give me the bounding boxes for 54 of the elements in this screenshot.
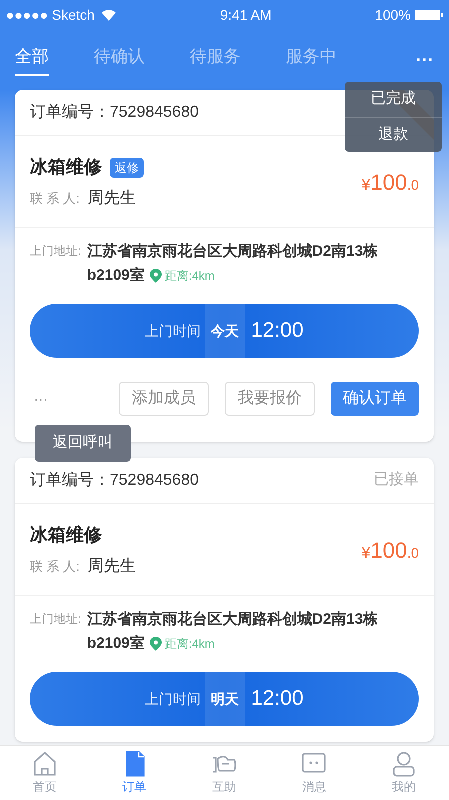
visit-time-label: 上门时间 [145, 322, 202, 340]
address-label: 上门地址: [30, 611, 82, 628]
confirm-order-button[interactable]: 确认订单 [331, 382, 419, 416]
contact-label: 联 系 人: [30, 190, 80, 208]
contact-name: 周先生 [88, 556, 136, 577]
address-label: 上门地址: [30, 243, 82, 260]
nav-tab[interactable]: 消息 [269, 746, 360, 800]
wifi-icon [100, 9, 117, 21]
price-amount: 100 [370, 169, 408, 197]
currency-symbol: ¥ [362, 544, 371, 564]
filter-tab[interactable]: 待服务 [190, 44, 241, 76]
order-number-label: 订单编号：7529845680 [30, 102, 199, 122]
location-pin-icon [150, 637, 162, 651]
filter-tab[interactable]: 服务中 [286, 44, 337, 76]
price-decimal: .0 [407, 544, 419, 563]
nav-tab[interactable]: 我的 [359, 746, 449, 800]
address-line: b2109室 [87, 634, 145, 654]
nav-tab[interactable]: 互助 [180, 746, 270, 800]
visit-time: 12:00 [250, 686, 304, 712]
filter-tab[interactable]: 全部 [15, 44, 49, 76]
order-status: 已接单 [374, 470, 419, 490]
filter-tab[interactable]: 待确认 [94, 44, 145, 76]
repair-tag: 返修 [110, 158, 144, 178]
more-tabs-button[interactable]: ··· [416, 46, 434, 74]
visit-time: 12:00 [250, 318, 304, 344]
battery-icon [414, 9, 443, 21]
address-line: b2109室 [87, 266, 145, 286]
visit-day: 明天 [205, 672, 246, 726]
visit-day: 今天 [205, 304, 246, 358]
action-button[interactable]: 我要报价 [225, 382, 315, 416]
currency-symbol: ¥ [362, 176, 371, 196]
action-button[interactable]: 添加成员 [119, 382, 209, 416]
distance-text: 距离:4km [164, 268, 215, 285]
service-title: 冰箱维修 [30, 156, 102, 179]
price-amount: 100 [370, 537, 408, 565]
nav-tab[interactable]: 首页 [0, 746, 90, 800]
more-button[interactable]: ··· [30, 388, 52, 410]
battery-text: 100% [375, 6, 411, 24]
tooltip[interactable]: 返回呼叫 [35, 425, 131, 462]
menu-item[interactable]: 已完成 [345, 82, 442, 117]
address-line: 江苏省南京雨花台区大周路科创城D2南13栋 [87, 242, 378, 262]
nav-tab[interactable]: 订单 [90, 746, 180, 800]
menu-item[interactable]: 退款 [345, 117, 442, 152]
address-line: 江苏省南京雨花台区大周路科创城D2南13栋 [87, 610, 378, 630]
clock-text: 9:41 AM [220, 6, 272, 24]
price-decimal: .0 [407, 176, 419, 195]
contact-label: 联 系 人: [30, 558, 80, 576]
distance-text: 距离:4km [164, 636, 215, 653]
visit-time-label: 上门时间 [145, 690, 202, 708]
carrier-text: ●●●●● Sketch [6, 6, 95, 24]
service-title: 冰箱维修 [30, 524, 102, 547]
order-number-label: 订单编号：7529845680 [30, 470, 199, 490]
location-pin-icon [150, 269, 162, 283]
contact-name: 周先生 [88, 188, 136, 209]
